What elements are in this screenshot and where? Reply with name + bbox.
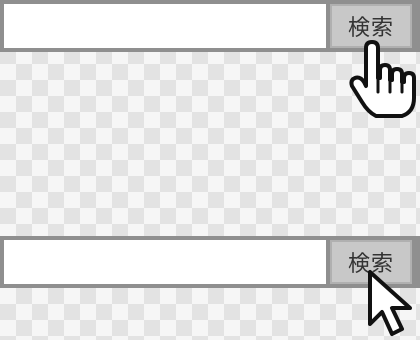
hand-pointer-icon — [349, 40, 416, 118]
search-input[interactable] — [4, 240, 326, 284]
arrow-pointer-icon — [368, 270, 412, 336]
search-input[interactable] — [4, 4, 326, 48]
search-bar-bottom: 検索 — [0, 236, 420, 288]
